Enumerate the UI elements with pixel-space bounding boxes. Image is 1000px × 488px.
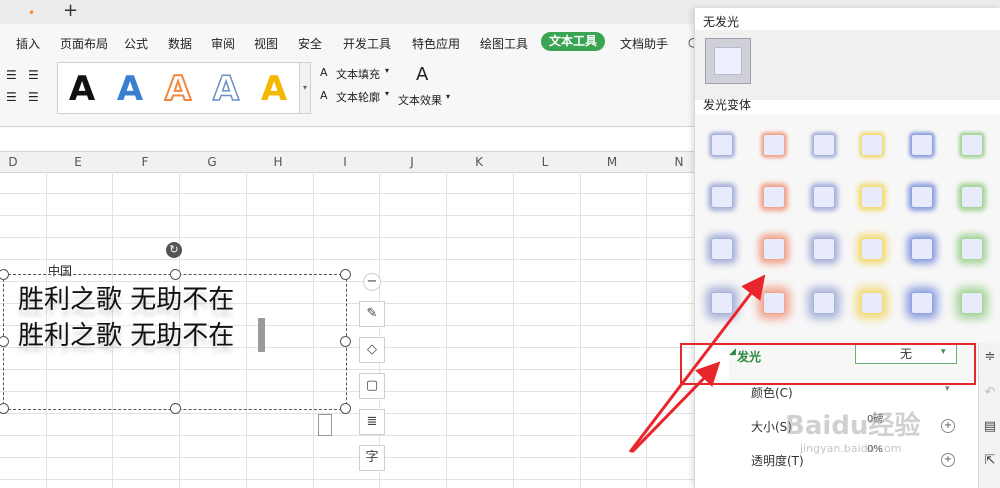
arrow-to-glow <box>630 361 721 454</box>
arrow-to-variants <box>628 274 766 453</box>
annotation-arrows <box>628 274 766 454</box>
